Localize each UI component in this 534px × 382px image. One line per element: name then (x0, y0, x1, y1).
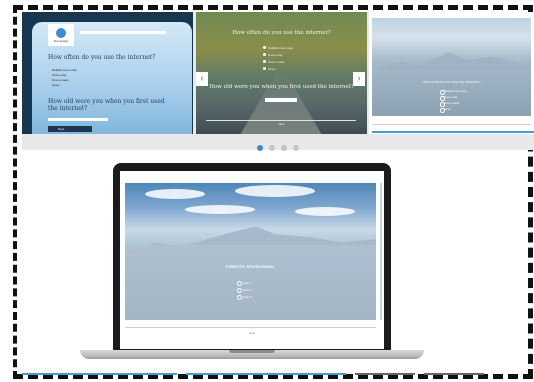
progress-line (125, 327, 376, 328)
tab-indicator (22, 373, 177, 375)
question-1: How often do you use the internet? (232, 30, 331, 36)
carousel-dots (22, 138, 534, 156)
tab-indicator (186, 373, 346, 375)
progress-bar (206, 120, 356, 121)
mountain-image: HOW OFTEN DO YOU USE THE INTERNET? Multi… (372, 18, 531, 116)
option[interactable]: Once a week (439, 102, 459, 107)
tab-indicator (355, 373, 415, 375)
cloud (235, 185, 315, 197)
survey-panel: SurveyApp How often do you use the inter… (32, 22, 192, 134)
prev-arrow-icon[interactable]: ‹ (196, 72, 208, 86)
question-2: How old were you when you first used the… (209, 84, 354, 90)
option[interactable]: Never (440, 108, 451, 113)
laptop-notch (229, 350, 275, 353)
question: HOW OFTEN DO YOU USE THE INTERNET? (422, 80, 481, 84)
next-button[interactable]: Next (48, 126, 92, 132)
carousel-dot[interactable] (281, 145, 287, 151)
laptop-screen: FIRRSTE SPORGSMAL Svar 1 Svar 2 Svar 3 N… (120, 171, 384, 349)
logo-text: SurveyApp (53, 39, 69, 43)
next-arrow-icon[interactable]: › (353, 72, 365, 86)
option[interactable]: Once a day (262, 53, 282, 57)
option[interactable]: Once a week (262, 60, 284, 64)
option[interactable]: Never (262, 67, 275, 71)
cloud (145, 189, 205, 199)
option[interactable]: Multiple times a day (52, 68, 77, 72)
carousel-dot[interactable] (257, 145, 263, 151)
option[interactable]: Once a day (52, 73, 66, 77)
mountain-background: FIRRSTE SPORGSMAL Svar 1 Svar 2 Svar 3 (125, 183, 376, 320)
age-input[interactable] (48, 118, 108, 121)
logo: SurveyApp (48, 24, 74, 46)
option[interactable]: Svar 1 (237, 281, 252, 286)
scroll-indicator (380, 183, 382, 320)
progress-line (372, 124, 531, 125)
option[interactable]: Multiple times a day (440, 90, 467, 95)
option[interactable]: Multiple times a day (263, 46, 293, 50)
cloud (295, 207, 355, 216)
option[interactable]: Once a day (439, 96, 457, 101)
age-input[interactable] (265, 98, 297, 102)
tab-indicator (424, 373, 484, 375)
template-carousel[interactable]: SurveyApp How often do you use the inter… (22, 12, 534, 151)
footer-next[interactable]: Next (120, 331, 384, 335)
question-1: How often do you use the internet? (48, 54, 156, 61)
option[interactable]: Svar 2 (237, 288, 252, 293)
carousel-dot[interactable] (269, 145, 275, 151)
survey-title: FIRRSTE SPORGSMAL (225, 264, 276, 269)
footer-next[interactable]: Next (196, 122, 367, 126)
option[interactable]: Once a week (52, 78, 68, 82)
cloud (185, 205, 255, 214)
option[interactable]: Svar 3 (237, 295, 252, 300)
selected-indicator (372, 131, 534, 133)
slide-template-mountain[interactable]: HOW OFTEN DO YOU USE THE INTERNET? Multi… (369, 12, 534, 134)
mountain-shape (372, 52, 531, 70)
logo-icon (56, 28, 66, 38)
question-2: How old were you when you first used the… (48, 98, 165, 112)
slide-template-blue[interactable]: SurveyApp How often do you use the inter… (22, 12, 193, 134)
header-bar (80, 31, 166, 34)
laptop-preview: FIRRSTE SPORGSMAL Svar 1 Svar 2 Svar 3 N… (113, 163, 391, 350)
slide-template-road[interactable]: How often do you use the internet? Multi… (196, 12, 367, 134)
carousel-dot[interactable] (293, 145, 299, 151)
option[interactable]: Never (52, 83, 59, 87)
